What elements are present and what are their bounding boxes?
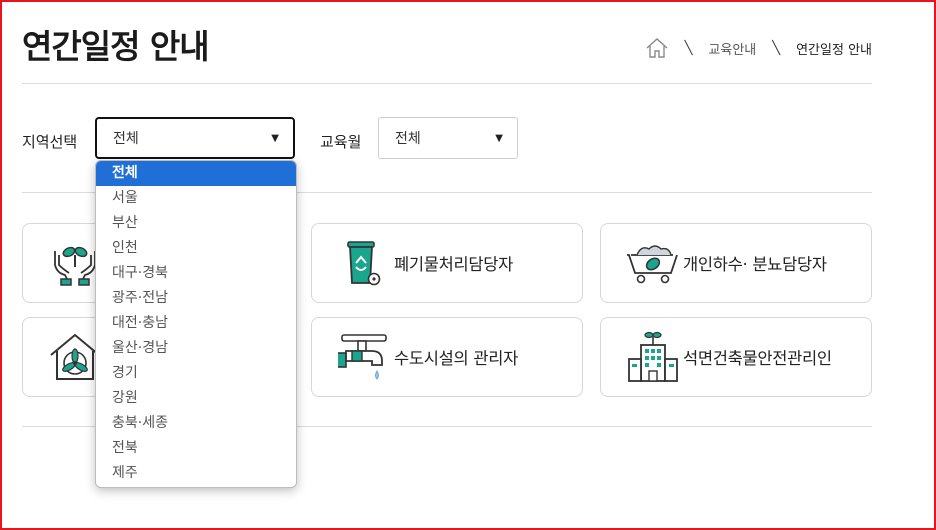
breadcrumb-separator-icon: ╲	[684, 40, 693, 56]
water-tap-icon	[333, 331, 390, 383]
region-option[interactable]: 경기	[96, 361, 296, 386]
category-card-water[interactable]: 수도시설의 관리자	[311, 317, 583, 397]
region-select[interactable]: 전체 ▼	[95, 117, 295, 159]
region-option[interactable]: 대구·경북	[96, 261, 296, 286]
region-option[interactable]: 제주	[96, 461, 296, 486]
region-option[interactable]: 전북	[96, 436, 296, 461]
card-label: 개인하수· 분뇨담당자	[683, 255, 827, 274]
dropdown-arrow-icon: ▼	[495, 132, 503, 144]
month-select[interactable]: 전체 ▼	[378, 117, 518, 159]
hands-plant-icon	[49, 237, 101, 289]
home-icon[interactable]	[645, 37, 669, 59]
region-dropdown-list: 전체 서울 부산 인천 대구·경북 광주·전남 대전·충남 울산·경남 경기 강…	[95, 160, 297, 488]
region-option[interactable]: 인천	[96, 236, 296, 261]
category-card-waste[interactable]: 폐기물처리담당자	[311, 223, 583, 303]
breadcrumb-item-education[interactable]: 교육안내	[708, 39, 756, 58]
region-option[interactable]: 대전·충남	[96, 311, 296, 336]
month-select-value: 전체	[395, 131, 421, 147]
card-label: 석면건축물안전관리인	[683, 349, 832, 368]
region-label: 지역선택	[22, 133, 78, 151]
region-option[interactable]: 강원	[96, 386, 296, 411]
recycle-bin-icon	[338, 237, 390, 289]
building-icon	[627, 331, 679, 383]
dropdown-arrow-icon: ▼	[271, 132, 279, 144]
month-label: 교육월	[320, 133, 362, 151]
card-label: 폐기물처리담당자	[394, 255, 514, 274]
category-card-sewage[interactable]: 개인하수· 분뇨담당자	[600, 223, 872, 303]
breadcrumb: ╲ 교육안내 ╲ 연간일정 안내	[645, 36, 872, 60]
region-option[interactable]: 부산	[96, 211, 296, 236]
region-option[interactable]: 충북·세종	[96, 411, 296, 436]
page-title: 연간일정 안내	[22, 27, 210, 66]
cart-leaf-icon	[623, 237, 679, 289]
breadcrumb-item-current: 연간일정 안내	[796, 42, 872, 58]
header-divider	[22, 83, 872, 84]
region-option[interactable]: 광주·전남	[96, 286, 296, 311]
category-card-asbestos[interactable]: 석면건축물안전관리인	[600, 317, 872, 397]
house-fan-icon	[49, 331, 101, 383]
region-option[interactable]: 전체	[96, 161, 296, 186]
region-option[interactable]: 울산·경남	[96, 336, 296, 361]
region-option[interactable]: 서울	[96, 186, 296, 211]
card-label: 수도시설의 관리자	[394, 349, 518, 368]
region-select-value: 전체	[113, 131, 139, 147]
breadcrumb-separator-icon: ╲	[772, 40, 781, 56]
